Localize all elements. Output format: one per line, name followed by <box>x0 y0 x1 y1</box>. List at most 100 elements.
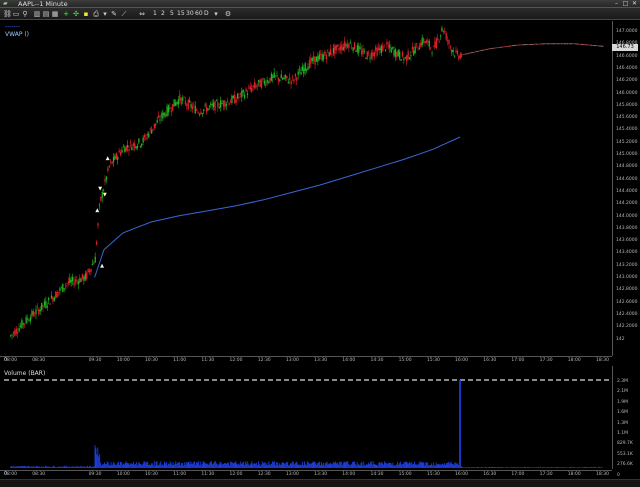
candle-body <box>143 134 146 138</box>
volume-bar <box>150 465 151 468</box>
volume-bar <box>565 467 567 468</box>
time-tick: 17:30 <box>539 472 553 477</box>
volume-bar <box>352 461 354 468</box>
afterhours-tick <box>576 43 579 45</box>
volume-bar <box>328 463 330 468</box>
volume-bar <box>378 462 380 468</box>
candle-body <box>11 334 13 336</box>
candle-body <box>198 114 201 115</box>
candle-body <box>315 56 318 62</box>
volume-bar <box>535 467 537 468</box>
candle-body <box>180 97 182 105</box>
volume-bar <box>229 461 231 468</box>
volume-axis[interactable]: 2.3M 2.1M 1.9M 1.6M 1.3M 1.1M 829.7K 553.1K 276.… <box>612 366 640 478</box>
time-tick: 13:00 <box>285 472 299 477</box>
afterhours-tick <box>525 44 528 46</box>
volume-bar <box>182 465 184 468</box>
candle-body <box>301 66 304 71</box>
volume-bar <box>589 467 591 468</box>
price-axis[interactable]: 147.0000146.8000146.6000146.4000146.2000… <box>612 21 640 356</box>
volume-bar <box>495 467 497 468</box>
volume-bar <box>324 463 326 468</box>
candle-body <box>352 47 354 51</box>
candle-body <box>265 83 267 86</box>
candle-body <box>245 88 247 92</box>
volume-bar <box>130 463 132 468</box>
candle-body <box>177 99 180 105</box>
volume-bar <box>359 465 361 468</box>
volume-bar <box>29 467 31 468</box>
volume-bar <box>141 465 143 468</box>
candle-body <box>41 302 43 310</box>
volume-bar <box>413 463 415 468</box>
volume-bar <box>522 467 524 468</box>
volume-bar <box>435 462 437 468</box>
afterhours-tick <box>501 46 504 48</box>
candle-body <box>298 69 301 71</box>
price-tick: 143.8000 <box>616 225 638 231</box>
volume-bar <box>118 461 119 468</box>
volume-bar <box>251 461 253 468</box>
volume-bar <box>293 464 295 468</box>
volume-bar <box>455 462 457 468</box>
time-tick: 14:30 <box>370 358 384 363</box>
volume-bar <box>582 466 584 468</box>
candle-body <box>111 161 113 164</box>
maximize-icon[interactable]: □ <box>622 0 629 7</box>
time-tick: 18:30 <box>596 358 609 363</box>
volume-bar <box>461 466 462 468</box>
volume-bar <box>434 465 436 468</box>
candle-body <box>227 100 229 102</box>
candle-body <box>211 104 213 106</box>
volume-bar <box>25 466 27 468</box>
candle-body <box>105 176 108 180</box>
time-tick: 13:00 <box>285 358 299 363</box>
candle-body <box>134 143 136 148</box>
volume-bar <box>137 463 139 468</box>
candle-body <box>12 332 15 335</box>
volume-bar <box>552 467 554 468</box>
candle-body <box>184 100 187 105</box>
afterhours-tick <box>518 44 521 46</box>
candle-body <box>353 42 356 50</box>
candle-body <box>276 75 278 77</box>
volume-bar <box>272 461 274 468</box>
volume-bar <box>466 467 468 468</box>
volume-bar <box>66 465 68 468</box>
volume-bar <box>54 466 56 468</box>
volume-bar <box>556 466 558 468</box>
volume-bar <box>259 465 261 468</box>
volume-time-axis[interactable]: 0 08:00 08:30 09:30 10:00 10:30 11:00 11:30 12:… <box>0 470 612 479</box>
volume-bar <box>298 464 300 468</box>
candle-body <box>449 46 452 48</box>
volume-bar <box>212 464 213 468</box>
volume-bar <box>42 466 44 468</box>
volume-bar <box>106 461 108 468</box>
afterhours-tick <box>570 43 573 45</box>
volume-bar <box>458 464 460 468</box>
candle-body <box>342 47 344 50</box>
minimize-icon[interactable]: – <box>613 0 620 7</box>
time-axis[interactable]: 0 08:00 08:30 09:30 10:00 10:30 11:00 11:30 12:… <box>0 356 612 365</box>
time-tick: 15:00 <box>398 472 412 477</box>
afterhours-tick <box>558 43 560 45</box>
volume-bar <box>432 462 434 468</box>
volume-bar <box>469 467 471 468</box>
time-tick: 16:00 <box>455 358 469 363</box>
afterhours-tick <box>465 53 467 55</box>
volume-bar <box>222 463 224 468</box>
volume-bar <box>192 463 194 468</box>
time-tick: 11:00 <box>173 358 187 363</box>
candle-body <box>334 45 336 55</box>
candle-body <box>31 311 33 318</box>
close-icon[interactable]: ✕ <box>631 0 638 7</box>
candle-body <box>104 179 106 182</box>
volume-bar <box>510 467 512 468</box>
candle-body <box>345 44 347 46</box>
volume-bar <box>32 467 34 468</box>
price-tick: 144.4000 <box>616 188 638 194</box>
price-chart[interactable]: ▲ ▲ ▲ ▼▼ <box>0 0 612 470</box>
time-tick: 16:00 <box>455 472 469 477</box>
volume-bar <box>120 461 122 468</box>
candle-body <box>382 45 384 52</box>
